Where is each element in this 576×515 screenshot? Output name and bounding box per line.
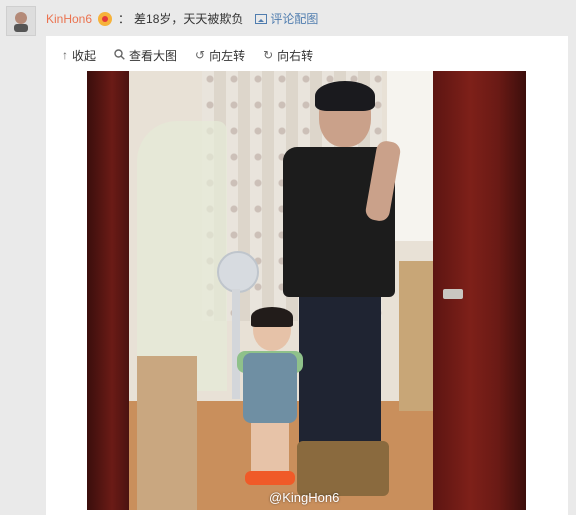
- collapse-button[interactable]: ↑ 收起: [62, 47, 96, 64]
- collapse-label: 收起: [72, 48, 97, 63]
- photo-bed: [137, 356, 197, 510]
- photo-girl-hair: [251, 307, 293, 327]
- photo-door-handle: [443, 289, 463, 299]
- rotate-left-label: 向左转: [209, 48, 246, 63]
- rotate-right-label: 向右转: [277, 48, 314, 63]
- search-icon: [114, 48, 125, 62]
- photo-mosquito-net: [137, 121, 227, 391]
- photo-man-boots: [297, 441, 389, 496]
- photo-fan-stand: [232, 289, 240, 399]
- rotate-left-icon: ↺: [195, 48, 206, 62]
- username-link[interactable]: KinHon6: [46, 12, 92, 26]
- image-toolbar: ↑ 收起 查看大图 ↺ 向左转 ↻ 向右转: [62, 46, 313, 64]
- photo-man-legs: [299, 296, 381, 461]
- comment-row: KinHon6 ： 差18岁，天天被欺负 评论配图: [0, 0, 576, 36]
- photo[interactable]: @KingHon6: [87, 71, 526, 510]
- avatar[interactable]: [6, 6, 36, 36]
- photo-shelf: [399, 261, 433, 411]
- vip-badge-icon: [98, 11, 113, 26]
- arrow-up-icon: ↑: [62, 48, 68, 62]
- comment-line: KinHon6 ： 差18岁，天天被欺负 评论配图: [46, 10, 318, 27]
- user-avatar-icon: [14, 12, 28, 32]
- rotate-right-button[interactable]: ↻ 向右转: [263, 47, 313, 64]
- comment-colon: ：: [118, 12, 131, 26]
- rotate-right-icon: ↻: [263, 48, 274, 62]
- photo-girl-shoes: [245, 471, 295, 485]
- photo-man-hair: [315, 81, 375, 111]
- photo-fan: [217, 251, 259, 293]
- comment-text: 差18岁，天天被欺负: [134, 12, 244, 26]
- comment-pic-label: 评论配图: [270, 12, 319, 26]
- comment-pic-link[interactable]: 评论配图: [255, 10, 318, 27]
- photo-girl-legs: [251, 423, 289, 475]
- view-large-label: 查看大图: [129, 48, 178, 63]
- view-large-button[interactable]: 查看大图: [114, 47, 177, 64]
- photo-girl-overalls: [243, 353, 297, 423]
- photo-door-left: [87, 71, 129, 510]
- image-viewer-card: ↑ 收起 查看大图 ↺ 向左转 ↻ 向右转 @KingHon6: [46, 36, 568, 515]
- photo-watermark: @KingHon6: [269, 490, 340, 505]
- rotate-left-button[interactable]: ↺ 向左转: [195, 47, 245, 64]
- image-icon: [255, 13, 268, 24]
